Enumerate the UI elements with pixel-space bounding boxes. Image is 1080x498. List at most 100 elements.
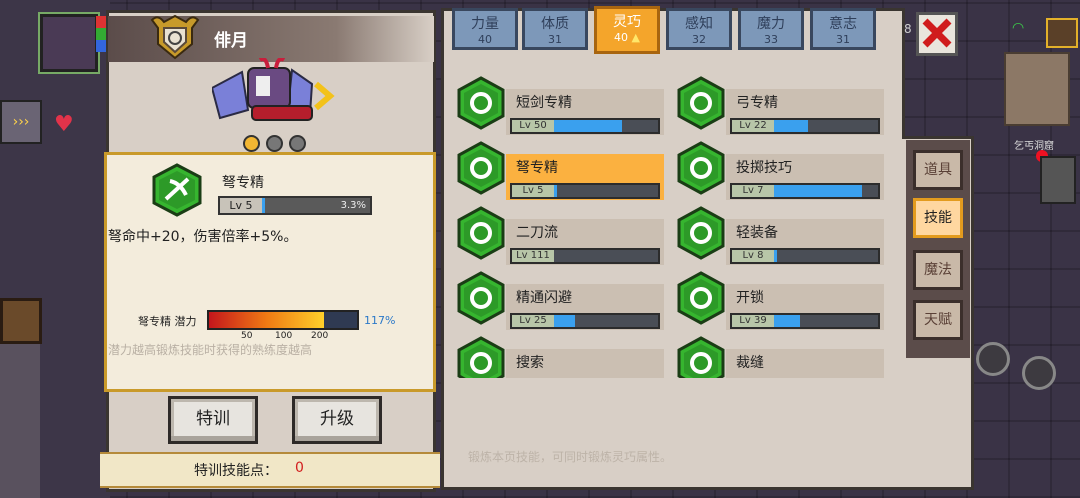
skill-level-bar: Lv 22: [730, 118, 880, 134]
page-dot[interactable]: [266, 135, 283, 152]
level-progress-fill: [262, 198, 265, 213]
skill-name: 开锁: [736, 290, 764, 306]
tab-value: 31: [548, 33, 562, 46]
heart-icon: ♥: [54, 112, 74, 137]
swap-icon[interactable]: [976, 342, 1010, 376]
skill-progress-fill: [554, 315, 575, 327]
skill-progress-fill: [774, 250, 777, 262]
skill-progress-fill: [774, 315, 800, 327]
page-dot[interactable]: [289, 135, 306, 152]
skill-name: 裁缝: [736, 355, 764, 371]
side-tab-items[interactable]: 道具: [913, 150, 963, 190]
skill-level: Lv 39: [732, 315, 774, 327]
potential-bar: [207, 310, 359, 330]
crossbow-icon: [152, 163, 202, 217]
tab-label: 体质: [541, 16, 569, 32]
potential-tick: 50: [241, 331, 253, 341]
skill-name: 短剑专精: [516, 95, 572, 111]
skill-card[interactable]: 轻装备 Lv 8: [668, 202, 884, 265]
skill-name: 投掷技巧: [736, 160, 792, 176]
skill-name: 二刀流: [516, 225, 558, 241]
skill-level: Lv 8: [732, 250, 774, 262]
selected-skill-level-bar: Lv 5 3.3%: [218, 196, 372, 215]
dual-blades-icon: [457, 206, 505, 260]
tab-value: 31: [836, 33, 850, 46]
skill-card[interactable]: 开锁 Lv 39: [668, 267, 884, 330]
skill-card[interactable]: 二刀流 Lv 111: [448, 202, 664, 265]
skill-progress-fill: [774, 120, 808, 132]
tab-label: 感知: [685, 16, 713, 32]
player-avatar[interactable]: [40, 14, 98, 72]
tab-magic-power[interactable]: 魔力 33: [738, 8, 804, 50]
skill-level-bar: Lv 5: [510, 183, 660, 199]
side-tab-magic[interactable]: 魔法: [913, 250, 963, 290]
skill-card[interactable]: 弓专精 Lv 22: [668, 72, 884, 135]
skill-level-bar: Lv 39: [730, 313, 880, 329]
skill-card[interactable]: 裁缝Lv 6: [668, 332, 884, 378]
skill-progress-fill: [554, 120, 622, 132]
skill-name: 弓专精: [736, 95, 778, 111]
tab-value: 33: [764, 33, 778, 46]
skill-level: Lv 25: [512, 315, 554, 327]
skill-level: Lv 22: [732, 120, 774, 132]
dagger-icon: [457, 76, 505, 130]
skill-name: 精通闪避: [516, 290, 572, 306]
skill-level-bar: Lv 8: [730, 248, 880, 264]
skill-card[interactable]: 搜索Lv 7: [448, 332, 664, 378]
skill-level: Lv 111: [512, 250, 554, 262]
upgrade-button[interactable]: 升级: [292, 396, 382, 444]
potential-label: 弩专精 潜力: [138, 315, 197, 328]
skill-card[interactable]: 弩专精 Lv 5: [448, 137, 664, 200]
tab-label: 力量: [471, 16, 499, 32]
level-progress-text: 3.3%: [340, 200, 366, 211]
key-icon: [677, 271, 725, 325]
phone-icon[interactable]: [1040, 156, 1076, 204]
skill-level-bar: Lv 25: [510, 313, 660, 329]
skill-card[interactable]: 精通闪避 Lv 25: [448, 267, 664, 330]
skill-card[interactable]: 投掷技巧 Lv 7: [668, 137, 884, 200]
close-icon: [922, 18, 952, 48]
tab-label: 意志: [829, 16, 857, 32]
level-tag: Lv 5: [220, 198, 262, 213]
skill-grid: 短剑专精 Lv 50 弓专精 Lv 22 弩专精 Lv 5 投掷技巧 Lv 7 二刀流 Lv 11…: [448, 72, 898, 378]
page-dot-active[interactable]: [243, 135, 260, 152]
guild-emblem-icon: [150, 14, 200, 60]
character-name: 俳月: [214, 31, 248, 51]
character-sprite: [212, 58, 335, 121]
book-icon[interactable]: [1022, 356, 1056, 390]
skill-level: Lv 5: [512, 185, 554, 197]
skill-name: 搜索: [516, 355, 544, 371]
potential-fill: [209, 312, 324, 328]
map-label: 乞丐洞窟: [1014, 141, 1054, 152]
skill-level-bar: Lv 50: [510, 118, 660, 134]
tab-constitution[interactable]: 体质 31: [522, 8, 588, 50]
skill-card[interactable]: 短剑专精 Lv 50: [448, 72, 664, 135]
status-number: 8: [904, 22, 912, 36]
side-tab-skills[interactable]: 技能: [913, 198, 963, 238]
skill-level-bar: Lv 111: [510, 248, 660, 264]
minimap[interactable]: [1004, 52, 1070, 126]
tab-value: 40 ▲: [614, 31, 640, 44]
bomb-icon: [677, 141, 725, 195]
potential-percent: 117%: [364, 314, 396, 327]
side-tab-talent[interactable]: 天赋: [913, 300, 963, 340]
skill-level: Lv 50: [512, 120, 554, 132]
search-icon: [457, 336, 505, 378]
train-button[interactable]: 特训: [168, 396, 258, 444]
expand-icon[interactable]: [1046, 18, 1078, 48]
crossbow-icon: [457, 141, 505, 195]
training-points-label: 特训技能点：: [194, 463, 278, 479]
tab-value: 40: [478, 33, 492, 46]
light-armor-icon: [677, 206, 725, 260]
needle-icon: [677, 336, 725, 378]
arrow-right-icon[interactable]: ›››: [0, 100, 42, 144]
tab-strength[interactable]: 力量 40: [452, 8, 518, 50]
close-button[interactable]: [916, 12, 958, 56]
potential-tick: 200: [311, 331, 329, 341]
tab-dexterity[interactable]: 灵巧 40 ▲: [594, 6, 660, 54]
tab-willpower[interactable]: 意志 31: [810, 8, 876, 50]
bow-icon: [677, 76, 725, 130]
wifi-icon: ◠: [1012, 20, 1025, 36]
tab-perception[interactable]: 感知 32: [666, 8, 732, 50]
selected-skill-name: 弩专精: [222, 175, 264, 191]
